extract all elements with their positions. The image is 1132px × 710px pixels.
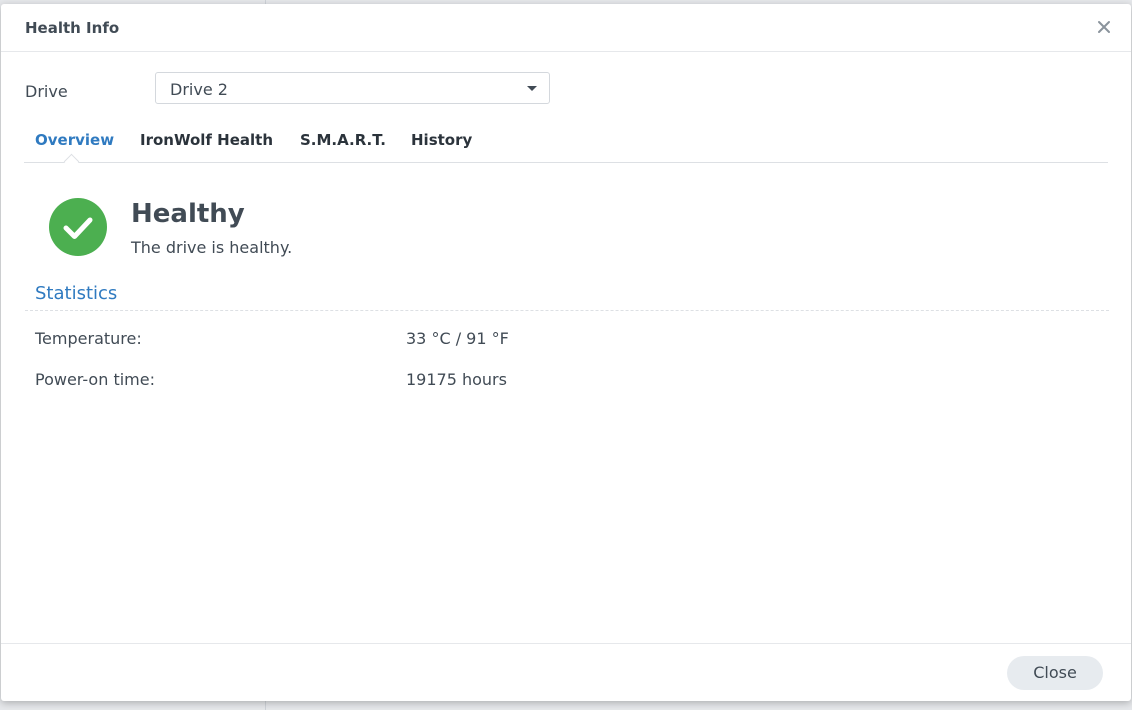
section-divider bbox=[25, 310, 1109, 311]
stat-row-power-on-time: Power-on time: 19175 hours bbox=[1, 370, 1131, 394]
temperature-label: Temperature: bbox=[35, 329, 142, 348]
health-info-dialog: Health Info Drive Drive 2 Overview IronW… bbox=[1, 4, 1131, 701]
statistics-heading: Statistics bbox=[35, 283, 118, 304]
tab-ironwolf-health[interactable]: IronWolf Health bbox=[140, 131, 273, 149]
active-tab-indicator bbox=[63, 153, 80, 170]
drive-select[interactable]: Drive 2 bbox=[155, 72, 550, 104]
chevron-down-icon bbox=[527, 86, 537, 91]
stat-row-temperature: Temperature: 33 °C / 91 °F bbox=[1, 329, 1131, 353]
health-status-title: Healthy bbox=[131, 199, 245, 229]
health-status-description: The drive is healthy. bbox=[131, 238, 293, 257]
close-icon[interactable] bbox=[1095, 18, 1113, 36]
dialog-title: Health Info bbox=[25, 19, 120, 37]
dialog-footer: Close bbox=[1, 643, 1131, 701]
tab-smart[interactable]: S.M.A.R.T. bbox=[300, 131, 386, 149]
check-circle-icon bbox=[49, 198, 107, 256]
close-button[interactable]: Close bbox=[1007, 656, 1103, 690]
dialog-titlebar: Health Info bbox=[1, 4, 1131, 52]
tab-history[interactable]: History bbox=[411, 131, 472, 149]
tab-bar: Overview IronWolf Health S.M.A.R.T. Hist… bbox=[24, 122, 1108, 170]
power-on-time-value: 19175 hours bbox=[406, 370, 507, 389]
drive-select-value: Drive 2 bbox=[170, 80, 228, 99]
tab-overview[interactable]: Overview bbox=[35, 131, 114, 149]
temperature-value: 33 °C / 91 °F bbox=[406, 329, 509, 348]
drive-label: Drive bbox=[25, 82, 68, 101]
power-on-time-label: Power-on time: bbox=[35, 370, 155, 389]
